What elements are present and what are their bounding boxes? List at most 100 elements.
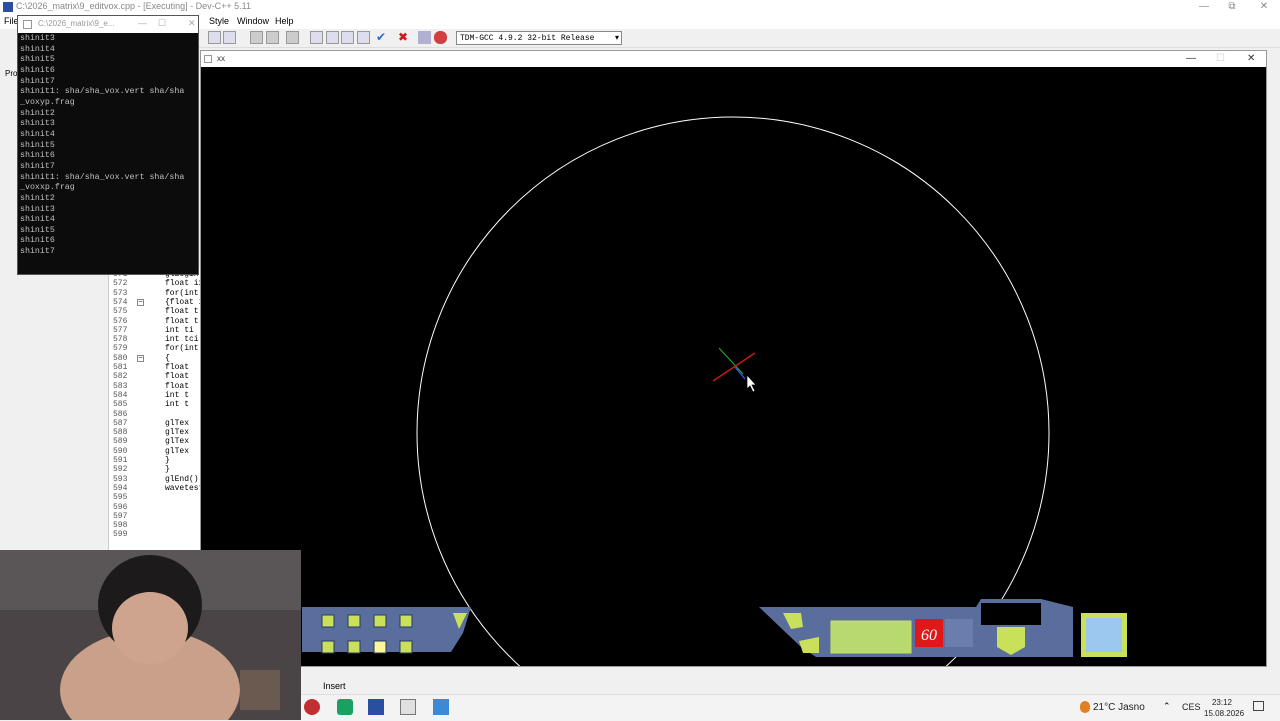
radar-circle — [416, 116, 1050, 666]
code-line: for(int — [165, 288, 199, 298]
game-title: xx — [217, 54, 225, 63]
console-line: shinit7 — [20, 161, 55, 171]
toolbar-back-icon[interactable] — [250, 31, 263, 44]
stop-icon[interactable]: ✖ — [398, 31, 411, 44]
tray-chevron-up-icon[interactable]: ⌃ — [1163, 701, 1171, 712]
toolbar-grid-icon[interactable] — [341, 31, 354, 44]
app-task-icon[interactable] — [337, 699, 353, 715]
toolbar-forward-icon[interactable] — [266, 31, 279, 44]
console-line: shinit7 — [20, 76, 55, 86]
code-line: glTex — [165, 418, 190, 428]
fold-toggle-icon[interactable]: − — [137, 298, 144, 306]
taskbar: 21°C Jasno ⌃ CES 23:12 15.08.2026 — [301, 694, 1280, 721]
fold-toggle-icon[interactable]: − — [137, 354, 144, 362]
console-line: shinit3 — [20, 119, 55, 129]
game-minimize-icon[interactable]: — — [1186, 53, 1196, 64]
clock-time: 23:12 — [1211, 698, 1233, 707]
chrome-task-icon[interactable] — [304, 699, 320, 715]
notification-icon[interactable] — [1253, 701, 1264, 711]
console-maximize-icon[interactable]: ☐ — [158, 18, 166, 29]
console-line: shinit6 — [20, 151, 55, 161]
line-number: 581 — [113, 363, 128, 372]
line-number: 585 — [113, 400, 128, 410]
line-number: 593 — [113, 474, 128, 484]
console-task-icon[interactable] — [400, 699, 416, 715]
devcpp-app-icon — [3, 2, 13, 12]
console-line: shinit7 — [20, 247, 55, 257]
console-line: shinit2 — [20, 108, 55, 118]
console-close-icon[interactable]: ✕ — [188, 18, 196, 29]
clock[interactable]: 23:12 15.08.2026 — [1204, 697, 1245, 719]
toolbar-window-icon[interactable] — [326, 31, 339, 44]
code-line: } — [165, 465, 170, 475]
editor-scrollbar[interactable] — [1267, 82, 1280, 542]
console-line: shinit3 — [20, 34, 55, 43]
hud-grid-display — [830, 620, 912, 654]
line-number: 577 — [113, 325, 128, 335]
game-task-icon[interactable] — [433, 699, 449, 715]
code-line: } — [165, 456, 170, 465]
line-number: 572 — [113, 279, 128, 289]
webcam-image — [0, 550, 301, 720]
line-number: 589 — [113, 437, 128, 447]
code-line: glTex — [165, 446, 190, 456]
hud-counter: 60 — [921, 627, 937, 644]
console-line: shinit1: sha/sha_vox.vert sha/sha — [20, 87, 185, 97]
line-number: 583 — [113, 381, 128, 391]
console-window[interactable]: C:\2026_matrix\9_e... — ☐ ✕ shinit3 shini… — [17, 15, 199, 275]
console-titlebar: C:\2026_matrix\9_e... — ☐ ✕ — [18, 16, 198, 33]
line-number: 575 — [113, 307, 128, 317]
toolbar-bookmark-icon[interactable] — [286, 31, 299, 44]
game-window[interactable]: xx — ☐ ✕ 60 — [200, 50, 1267, 667]
game-scene: 60 — [302, 116, 1127, 666]
code-line: wavetest — [165, 483, 204, 493]
compiler-select[interactable]: TDM-GCC 4.9.2 32-bit Release ▾ — [456, 31, 622, 45]
code-line: float — [165, 363, 190, 372]
compiler-select-value: TDM-GCC 4.9.2 32-bit Release — [460, 34, 595, 43]
toolbar-layout-icon[interactable] — [357, 31, 370, 44]
chart-icon[interactable] — [418, 31, 431, 44]
menu-help[interactable]: Help — [275, 16, 294, 26]
hud-right-panel — [759, 599, 1127, 657]
weather-text[interactable]: 21°C Jasno — [1093, 702, 1145, 713]
close-icon[interactable]: ✕ — [1251, 0, 1277, 14]
code-editor[interactable]: 571glBegin572float ix573for(int574{float… — [108, 268, 204, 550]
code-line: {float i — [165, 297, 204, 307]
devcpp-task-icon[interactable] — [368, 699, 384, 715]
menu-style[interactable]: Style — [209, 16, 229, 26]
line-number: 594 — [113, 483, 128, 493]
code-line: int t — [165, 390, 190, 400]
console-line: shinit4 — [20, 129, 55, 139]
check-icon[interactable]: ✔ — [376, 31, 389, 44]
console-line: shinit4 — [20, 215, 55, 225]
code-line: float — [165, 372, 190, 382]
status-bar: Insert — [301, 680, 1280, 694]
game-close-icon[interactable]: ✕ — [1247, 53, 1255, 64]
clock-date: 15.08.2026 — [1204, 709, 1245, 718]
hud-minimap — [1086, 618, 1122, 652]
line-number: 573 — [113, 288, 128, 298]
weather-icon — [1080, 701, 1090, 713]
toolbar-print-icon[interactable] — [223, 31, 236, 44]
console-title: C:\2026_matrix\9_e... — [38, 19, 115, 28]
minimize-icon[interactable]: — — [1191, 0, 1217, 14]
console-app-icon — [23, 20, 32, 29]
restore-icon[interactable]: ⧉ — [1219, 0, 1245, 14]
code-line: float t — [165, 307, 199, 317]
console-line: shinit6 — [20, 65, 55, 75]
code-line: for(int — [165, 344, 199, 354]
code-line: int t — [165, 400, 190, 410]
console-minimize-icon[interactable]: — — [138, 18, 147, 28]
debug-icon[interactable] — [434, 31, 447, 44]
code-line: { — [165, 353, 170, 363]
toolbar-list-icon[interactable] — [208, 31, 221, 44]
console-line: shinit5 — [20, 140, 55, 150]
game-viewport[interactable]: 60 — [201, 67, 1266, 666]
input-language[interactable]: CES — [1182, 702, 1201, 712]
game-maximize-icon[interactable]: ☐ — [1216, 53, 1225, 64]
menu-window[interactable]: Window — [237, 16, 269, 26]
code-line: int ti — [165, 325, 194, 335]
toolbar-tile-icon[interactable] — [310, 31, 323, 44]
line-number: 591 — [113, 456, 128, 465]
line-number: 596 — [113, 502, 128, 512]
